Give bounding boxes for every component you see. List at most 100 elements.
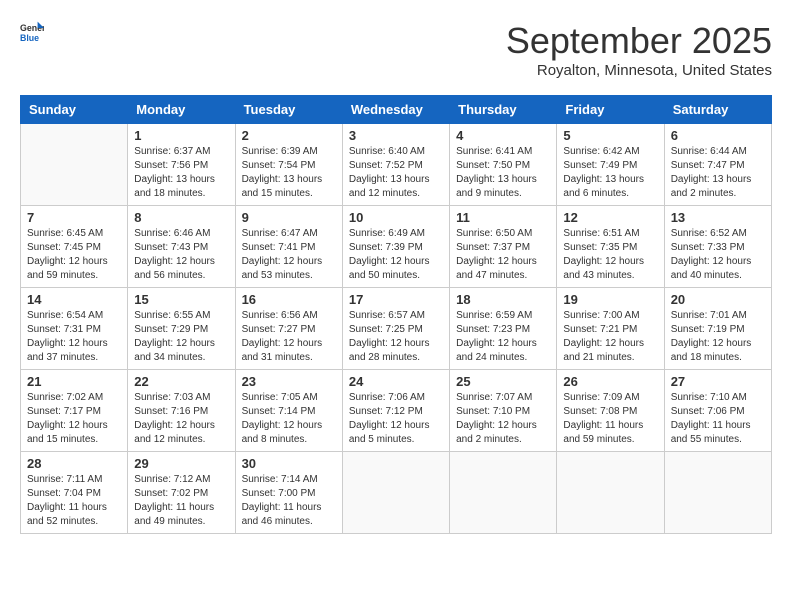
day-number: 20 [671, 292, 765, 307]
calendar-cell: 14 Sunrise: 6:54 AMSunset: 7:31 PMDayligh… [21, 288, 128, 370]
day-number: 9 [242, 210, 336, 225]
day-number: 13 [671, 210, 765, 225]
calendar-cell: 10Sunrise: 6:49 AMSunset: 7:39 PMDayligh… [342, 206, 449, 288]
day-number: 5 [563, 128, 657, 143]
day-info: Sunrise: 6:55 AMSunset: 7:29 PMDaylight:… [134, 309, 228, 365]
week-row-1: 1 Sunrise: 6:37 AMSunset: 7:56 PMDaylight… [21, 124, 772, 206]
calendar-cell: 22 Sunrise: 7:03 AMSunset: 7:16 PMDayligh… [128, 370, 235, 452]
calendar-cell: 6 Sunrise: 6:44 AMSunset: 7:47 PMDaylight… [664, 124, 771, 206]
logo: General Blue [20, 20, 44, 44]
day-info: Sunrise: 6:54 AMSunset: 7:31 PMDaylight:… [27, 309, 121, 365]
day-number: 11 [456, 210, 550, 225]
calendar-cell: 7 Sunrise: 6:45 AMSunset: 7:45 PMDaylight… [21, 206, 128, 288]
week-row-2: 7 Sunrise: 6:45 AMSunset: 7:45 PMDaylight… [21, 206, 772, 288]
day-info: Sunrise: 7:02 AMSunset: 7:17 PMDaylight:… [27, 391, 121, 447]
day-number: 4 [456, 128, 550, 143]
day-number: 12 [563, 210, 657, 225]
day-info: Sunrise: 7:14 AMSunset: 7:00 PMDaylight:… [242, 473, 336, 529]
calendar-cell: 12 Sunrise: 6:51 AMSunset: 7:35 PMDayligh… [557, 206, 664, 288]
weekday-header-friday: Friday [557, 96, 664, 124]
calendar-cell [664, 452, 771, 534]
calendar-title: September 2025 [506, 20, 772, 62]
calendar-cell: 9 Sunrise: 6:47 AMSunset: 7:41 PMDaylight… [235, 206, 342, 288]
weekday-header-wednesday: Wednesday [342, 96, 449, 124]
calendar-cell: 8 Sunrise: 6:46 AMSunset: 7:43 PMDaylight… [128, 206, 235, 288]
calendar-cell [21, 124, 128, 206]
day-info: Sunrise: 6:49 AMSunset: 7:39 PMDaylight:… [349, 227, 443, 283]
calendar-cell: 5 Sunrise: 6:42 AMSunset: 7:49 PMDaylight… [557, 124, 664, 206]
calendar-cell: 20Sunrise: 7:01 AMSunset: 7:19 PMDayligh… [664, 288, 771, 370]
calendar-cell: 2 Sunrise: 6:39 AMSunset: 7:54 PMDaylight… [235, 124, 342, 206]
day-number: 2 [242, 128, 336, 143]
calendar-cell: 16 Sunrise: 6:56 AMSunset: 7:27 PMDayligh… [235, 288, 342, 370]
calendar-cell [557, 452, 664, 534]
day-info: Sunrise: 7:09 AMSunset: 7:08 PMDaylight:… [563, 391, 657, 447]
calendar-cell: 18Sunrise: 6:59 AMSunset: 7:23 PMDayligh… [450, 288, 557, 370]
day-number: 1 [134, 128, 228, 143]
day-number: 7 [27, 210, 121, 225]
day-number: 21 [27, 374, 121, 389]
day-info: Sunrise: 6:47 AMSunset: 7:41 PMDaylight:… [242, 227, 336, 283]
calendar-cell: 17 Sunrise: 6:57 AMSunset: 7:25 PMDayligh… [342, 288, 449, 370]
day-info: Sunrise: 6:52 AMSunset: 7:33 PMDaylight:… [671, 227, 765, 283]
logo-icon: General Blue [20, 20, 44, 44]
calendar-cell: 30Sunrise: 7:14 AMSunset: 7:00 PMDayligh… [235, 452, 342, 534]
calendar-cell: 29Sunrise: 7:12 AMSunset: 7:02 PMDayligh… [128, 452, 235, 534]
day-info: Sunrise: 6:45 AMSunset: 7:45 PMDaylight:… [27, 227, 121, 283]
calendar-cell: 21 Sunrise: 7:02 AMSunset: 7:17 PMDayligh… [21, 370, 128, 452]
calendar-cell: 11 Sunrise: 6:50 AMSunset: 7:37 PMDayligh… [450, 206, 557, 288]
calendar-cell: 24 Sunrise: 7:06 AMSunset: 7:12 PMDayligh… [342, 370, 449, 452]
day-info: Sunrise: 6:39 AMSunset: 7:54 PMDaylight:… [242, 145, 336, 201]
day-info: Sunrise: 6:50 AMSunset: 7:37 PMDaylight:… [456, 227, 550, 283]
calendar-cell: 26Sunrise: 7:09 AMSunset: 7:08 PMDayligh… [557, 370, 664, 452]
day-number: 15 [134, 292, 228, 307]
weekday-header-saturday: Saturday [664, 96, 771, 124]
day-number: 19 [563, 292, 657, 307]
day-info: Sunrise: 7:10 AMSunset: 7:06 PMDaylight:… [671, 391, 765, 447]
day-number: 28 [27, 456, 121, 471]
day-info: Sunrise: 6:59 AMSunset: 7:23 PMDaylight:… [456, 309, 550, 365]
day-number: 24 [349, 374, 443, 389]
day-info: Sunrise: 6:40 AMSunset: 7:52 PMDaylight:… [349, 145, 443, 201]
title-block: September 2025 Royalton, Minnesota, Unit… [506, 20, 772, 79]
day-info: Sunrise: 6:57 AMSunset: 7:25 PMDaylight:… [349, 309, 443, 365]
day-info: Sunrise: 7:03 AMSunset: 7:16 PMDaylight:… [134, 391, 228, 447]
calendar-cell [450, 452, 557, 534]
calendar-cell [342, 452, 449, 534]
day-number: 6 [671, 128, 765, 143]
day-number: 3 [349, 128, 443, 143]
day-info: Sunrise: 6:51 AMSunset: 7:35 PMDaylight:… [563, 227, 657, 283]
day-number: 16 [242, 292, 336, 307]
day-number: 8 [134, 210, 228, 225]
weekday-header-row: SundayMondayTuesdayWednesdayThursdayFrid… [21, 96, 772, 124]
calendar-cell: 25Sunrise: 7:07 AMSunset: 7:10 PMDayligh… [450, 370, 557, 452]
day-number: 25 [456, 374, 550, 389]
weekday-header-monday: Monday [128, 96, 235, 124]
day-info: Sunrise: 6:42 AMSunset: 7:49 PMDaylight:… [563, 145, 657, 201]
calendar-cell: 4 Sunrise: 6:41 AMSunset: 7:50 PMDaylight… [450, 124, 557, 206]
day-number: 17 [349, 292, 443, 307]
svg-text:Blue: Blue [20, 33, 39, 43]
day-number: 23 [242, 374, 336, 389]
weekday-header-thursday: Thursday [450, 96, 557, 124]
calendar-cell: 23Sunrise: 7:05 AMSunset: 7:14 PMDayligh… [235, 370, 342, 452]
day-info: Sunrise: 7:06 AMSunset: 7:12 PMDaylight:… [349, 391, 443, 447]
day-info: Sunrise: 6:56 AMSunset: 7:27 PMDaylight:… [242, 309, 336, 365]
calendar-cell: 3 Sunrise: 6:40 AMSunset: 7:52 PMDaylight… [342, 124, 449, 206]
day-info: Sunrise: 6:37 AMSunset: 7:56 PMDaylight:… [134, 145, 228, 201]
day-number: 22 [134, 374, 228, 389]
page-header: General Blue September 2025 Royalton, Mi… [20, 20, 772, 79]
day-number: 14 [27, 292, 121, 307]
calendar-cell: 27Sunrise: 7:10 AMSunset: 7:06 PMDayligh… [664, 370, 771, 452]
day-info: Sunrise: 6:46 AMSunset: 7:43 PMDaylight:… [134, 227, 228, 283]
weekday-header-tuesday: Tuesday [235, 96, 342, 124]
day-info: Sunrise: 7:11 AMSunset: 7:04 PMDaylight:… [27, 473, 121, 529]
day-info: Sunrise: 6:44 AMSunset: 7:47 PMDaylight:… [671, 145, 765, 201]
day-info: Sunrise: 7:12 AMSunset: 7:02 PMDaylight:… [134, 473, 228, 529]
calendar-cell: 19Sunrise: 7:00 AMSunset: 7:21 PMDayligh… [557, 288, 664, 370]
calendar-subtitle: Royalton, Minnesota, United States [506, 62, 772, 79]
calendar-table: SundayMondayTuesdayWednesdayThursdayFrid… [20, 95, 772, 534]
day-info: Sunrise: 6:41 AMSunset: 7:50 PMDaylight:… [456, 145, 550, 201]
calendar-cell: 13 Sunrise: 6:52 AMSunset: 7:33 PMDayligh… [664, 206, 771, 288]
week-row-5: 28 Sunrise: 7:11 AMSunset: 7:04 PMDayligh… [21, 452, 772, 534]
